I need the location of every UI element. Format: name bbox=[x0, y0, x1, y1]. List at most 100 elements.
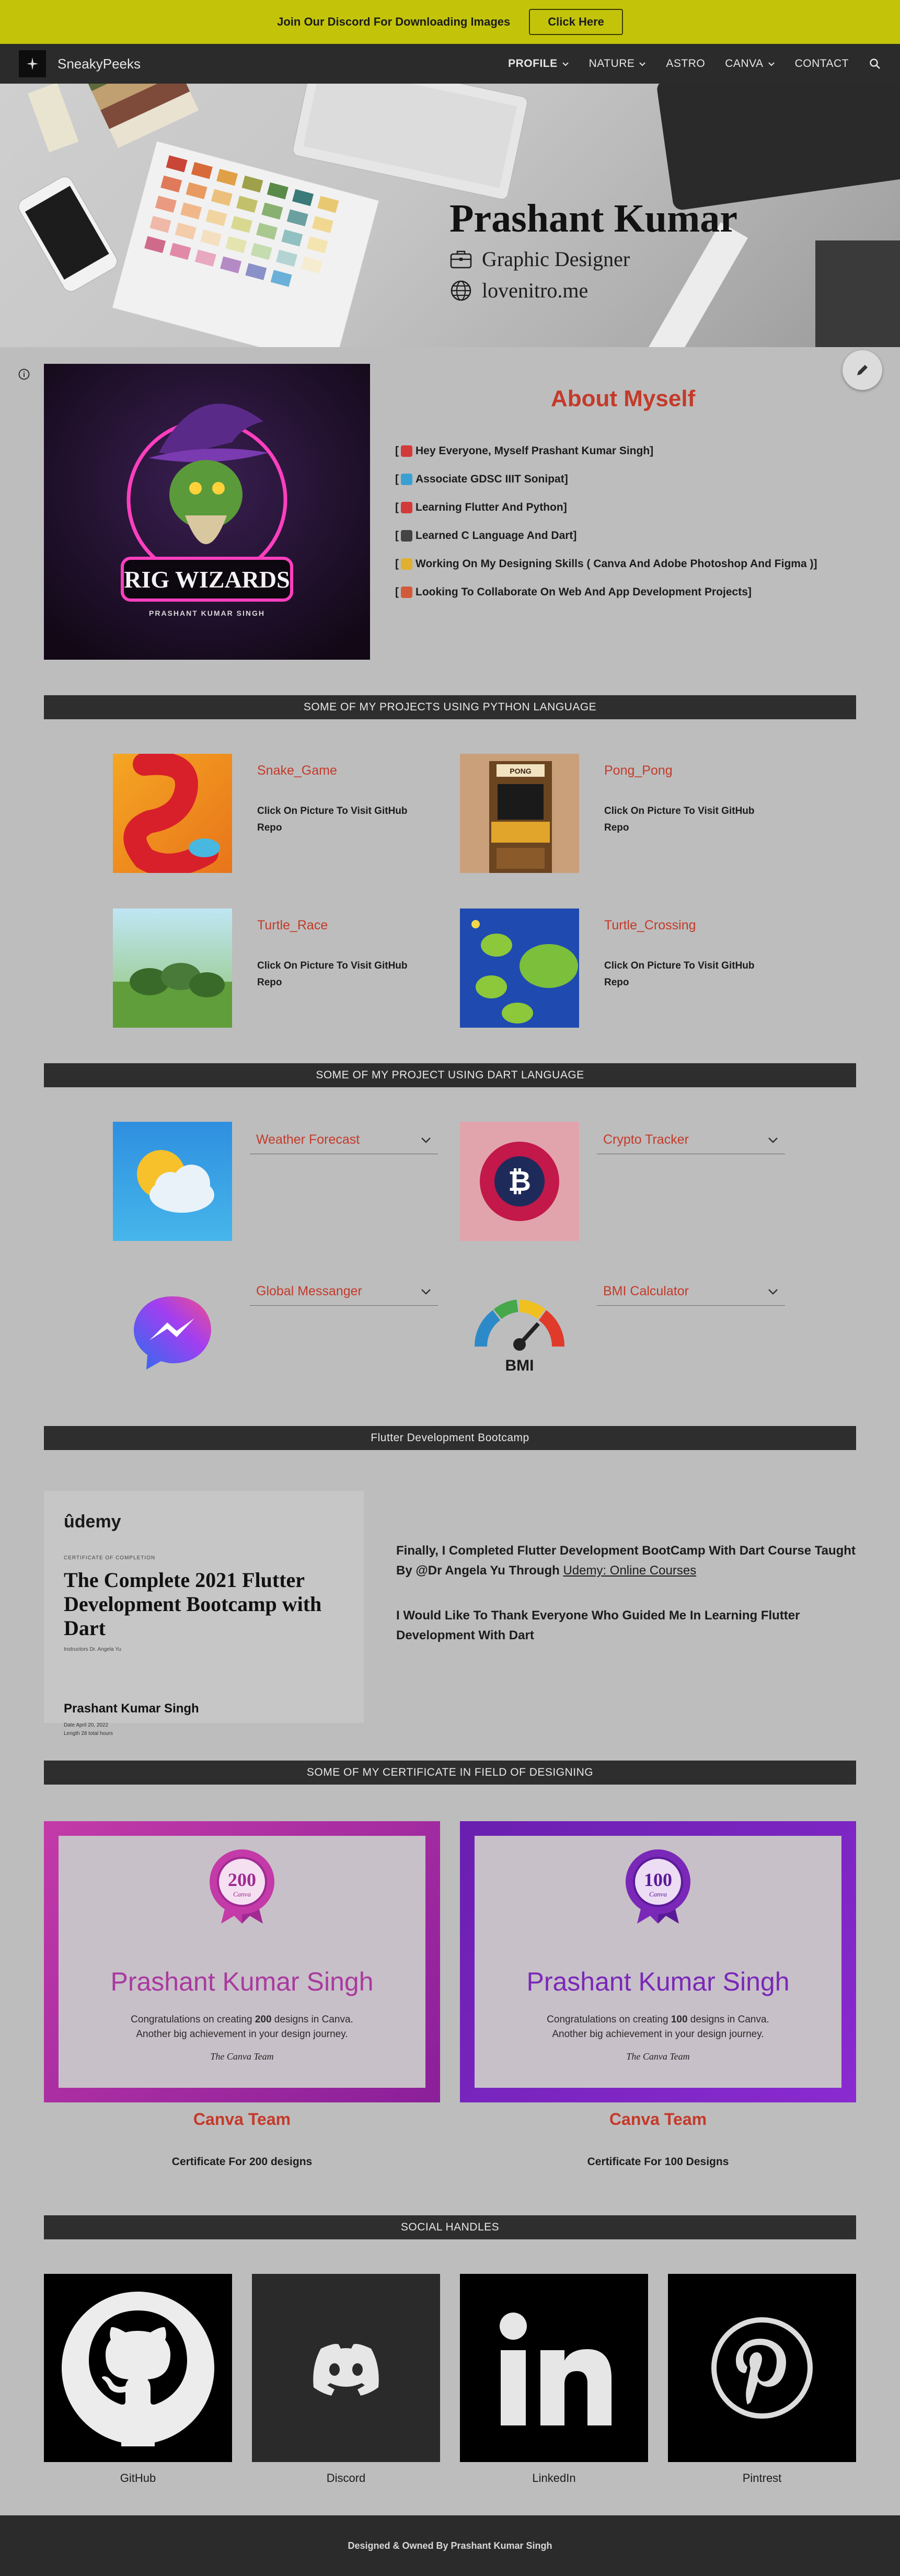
cert-name: Prashant Kumar Singh bbox=[64, 1701, 199, 1716]
udemy-certificate[interactable]: ûdemy CERTIFICATE OF COMPLETION The Comp… bbox=[44, 1491, 364, 1736]
canva-certificate-100[interactable]: 100 Canva Prashant Kumar Singh Congratul… bbox=[460, 1821, 856, 2102]
hero-role-line: Graphic Designer bbox=[449, 247, 630, 271]
cert-signature: The Canva Team bbox=[210, 2051, 274, 2062]
dropdown-label: Crypto Tracker bbox=[603, 1132, 689, 1147]
about-title: About Myself bbox=[551, 386, 696, 411]
bmi-calculator-dropdown[interactable]: BMI Calculator bbox=[597, 1278, 785, 1306]
hero-website[interactable]: lovenitro.me bbox=[482, 278, 588, 303]
cert-caption: Certificate For 200 designs bbox=[171, 2156, 313, 2168]
chevron-down-icon bbox=[768, 1289, 778, 1295]
global-messanger-dropdown[interactable]: Global Messanger bbox=[250, 1278, 438, 1306]
nav-menu: PROFILE NATURE ASTRO CANVA CONTACT bbox=[508, 58, 881, 70]
nav-item-label: ASTRO bbox=[666, 58, 706, 70]
rig-wizards-title: RIG WIZARDS bbox=[124, 566, 290, 593]
emoji-icon bbox=[401, 474, 412, 485]
social-label[interactable]: LinkedIn bbox=[460, 2471, 648, 2485]
discord-link[interactable] bbox=[252, 2274, 440, 2462]
turtle-crossing-image[interactable] bbox=[460, 908, 579, 1028]
nav-item-profile[interactable]: PROFILE bbox=[508, 58, 569, 70]
nav-item-label: NATURE bbox=[589, 58, 635, 70]
social-label[interactable]: GitHub bbox=[44, 2471, 232, 2485]
github-icon bbox=[62, 2292, 214, 2446]
crypto-tracker-dropdown[interactable]: Crypto Tracker bbox=[597, 1126, 785, 1154]
pencil-icon bbox=[857, 365, 868, 375]
logo-icon bbox=[27, 58, 38, 70]
footer: Designed & Owned By Prashant Kumar Singh bbox=[0, 2515, 900, 2576]
project-desc: Click On Picture To Visit GitHub Repo bbox=[257, 960, 408, 988]
svg-text:Canva: Canva bbox=[233, 1890, 251, 1898]
crypto-tracker-image[interactable]: ₿ bbox=[460, 1122, 579, 1241]
announcement-bar: Join Our Discord For Downloading Images … bbox=[0, 0, 900, 44]
edit-button[interactable] bbox=[843, 350, 882, 390]
project-desc: Click On Picture To Visit GitHub Repo bbox=[604, 806, 755, 833]
site-name[interactable]: SneakyPeeks bbox=[57, 56, 141, 72]
project-title[interactable]: Turtle_Race bbox=[257, 918, 328, 933]
svg-text:Canva: Canva bbox=[649, 1890, 667, 1898]
weather-forecast-image[interactable] bbox=[113, 1122, 232, 1241]
about-item: [Learned C Language And Dart] bbox=[395, 530, 577, 542]
cert-course: The Complete 2021 Flutter Development Bo… bbox=[64, 1568, 322, 1640]
chevron-down-icon bbox=[421, 1137, 431, 1143]
project-title[interactable]: Turtle_Crossing bbox=[604, 918, 696, 933]
hero-name: Prashant Kumar bbox=[449, 197, 737, 240]
social-label[interactable]: Pintrest bbox=[668, 2471, 856, 2485]
about-item: [Learning Flutter And Python] bbox=[395, 501, 567, 513]
dropdown-label: BMI Calculator bbox=[603, 1284, 689, 1298]
project-desc: Click On Picture To Visit GitHub Repo bbox=[604, 960, 755, 988]
hero-website-line: lovenitro.me bbox=[449, 278, 588, 303]
social-label[interactable]: Discord bbox=[252, 2471, 440, 2485]
chevron-down-icon bbox=[639, 62, 646, 66]
social-section-title: SOCIAL HANDLES bbox=[44, 2215, 856, 2239]
linkedin-link[interactable] bbox=[460, 2274, 648, 2462]
chevron-down-icon bbox=[421, 1289, 431, 1295]
project-desc: Click On Picture To Visit GitHub Repo bbox=[257, 806, 408, 833]
snake-game-image[interactable] bbox=[113, 754, 232, 873]
cert-team: Canva Team bbox=[193, 2110, 291, 2129]
badge-icon: 100 Canva bbox=[626, 1849, 690, 1924]
globe-icon bbox=[451, 280, 471, 301]
cert-instructor: Instructors Dr. Angela Yu bbox=[64, 1647, 121, 1652]
rig-wizards-image[interactable]: RIG WIZARDS PRASHANT KUMAR SINGH bbox=[44, 364, 370, 660]
pinterest-link[interactable] bbox=[668, 2274, 856, 2462]
canva-certificate-200[interactable]: 200 Canva Prashant Kumar Singh Congratul… bbox=[44, 1821, 440, 2102]
dropdown-label: Weather Forecast bbox=[256, 1132, 360, 1147]
hero-role: Graphic Designer bbox=[482, 247, 630, 271]
turtle-race-image[interactable] bbox=[113, 908, 232, 1028]
weather-forecast-dropdown[interactable]: Weather Forecast bbox=[250, 1126, 438, 1154]
click-here-button[interactable]: Click Here bbox=[529, 9, 623, 35]
pinterest-icon bbox=[711, 2317, 813, 2419]
briefcase-icon bbox=[450, 250, 472, 268]
cert-congrats: Congratulations on creating 100 designs … bbox=[547, 2014, 769, 2040]
chevron-down-icon bbox=[768, 1137, 778, 1143]
project-title[interactable]: Snake_Game bbox=[257, 763, 337, 778]
udemy-link[interactable]: Udemy: Online Courses bbox=[563, 1563, 696, 1578]
dart-section-title: SOME OF MY PROJECT USING DART LANGUAGE bbox=[44, 1063, 856, 1087]
nav-item-nature[interactable]: NATURE bbox=[589, 58, 647, 70]
info-icon[interactable] bbox=[18, 368, 30, 381]
global-messanger-image[interactable] bbox=[113, 1273, 232, 1393]
chevron-down-icon bbox=[562, 62, 569, 66]
pong-game-image[interactable]: PONG bbox=[460, 754, 579, 873]
python-section-title: SOME OF MY PROJECTS USING PYTHON LANGUAG… bbox=[44, 695, 856, 719]
cert-team: Canva Team bbox=[609, 2110, 707, 2129]
nav-item-contact[interactable]: CONTACT bbox=[795, 58, 849, 70]
hero-banner: Prashant Kumar Graphic Designer lovenitr… bbox=[0, 84, 900, 347]
nav-item-astro[interactable]: ASTRO bbox=[666, 58, 705, 70]
svg-text:₿: ₿ bbox=[508, 1166, 531, 1197]
svg-text:BMI: BMI bbox=[505, 1357, 534, 1374]
cert-length: Length 28 total hours bbox=[64, 1731, 113, 1736]
bmi-calculator-image[interactable]: BMI bbox=[460, 1273, 579, 1393]
cert-label: CERTIFICATE OF COMPLETION bbox=[64, 1555, 156, 1561]
search-icon[interactable] bbox=[869, 58, 881, 70]
nav-item-label: CANVA bbox=[725, 58, 764, 70]
cert-recipient: Prashant Kumar Singh bbox=[526, 1967, 790, 1996]
nav-item-canva[interactable]: CANVA bbox=[725, 58, 775, 70]
dropdown-label: Global Messanger bbox=[256, 1284, 362, 1298]
project-title[interactable]: Pong_Pong bbox=[604, 763, 673, 778]
nav-item-label: PROFILE bbox=[508, 58, 558, 70]
site-logo[interactable] bbox=[19, 50, 46, 77]
emoji-icon bbox=[401, 502, 412, 513]
svg-text:100: 100 bbox=[644, 1869, 672, 1890]
about-item: [Looking To Collaborate On Web And App D… bbox=[395, 586, 752, 598]
github-link[interactable] bbox=[44, 2274, 232, 2462]
